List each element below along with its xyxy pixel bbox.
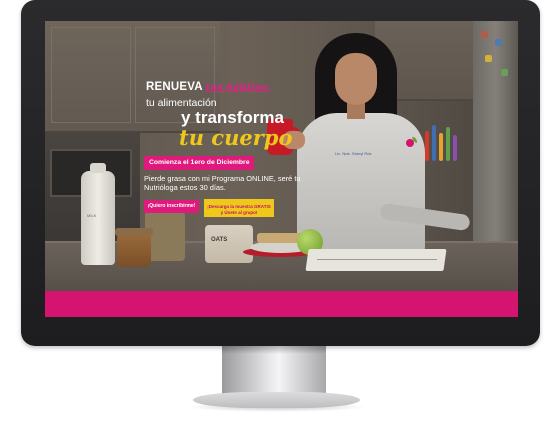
milk-bottle: MILK	[81, 163, 115, 265]
woman-face	[335, 53, 377, 105]
stand-shadow	[222, 346, 326, 354]
monitor-stand-base	[193, 392, 360, 408]
notebook	[305, 249, 447, 271]
knife-block	[423, 121, 463, 161]
fridge-magnet	[501, 69, 508, 76]
jar-lid	[115, 228, 153, 236]
fridge	[473, 21, 518, 251]
oats-label: OATS	[211, 237, 228, 243]
oats-package: OATS	[205, 225, 253, 263]
monitor-bezel: Lic. Nutr. Sheryl Rdz MILK OATS RENUEVA	[21, 0, 540, 346]
milk-label: MILK	[87, 213, 97, 218]
bottle-cap	[90, 163, 106, 173]
fridge-magnet	[485, 55, 492, 62]
program-description: Pierde grasa con mi Programa ONLINE, ser…	[144, 174, 301, 192]
headline-bold: RENUEVA	[146, 81, 203, 93]
screen: Lic. Nutr. Sheryl Rdz MILK OATS RENUEVA	[45, 21, 518, 317]
download-sample-button[interactable]: ¡Descarga la muestra GRATIS y Únete al g…	[204, 199, 274, 217]
cabinet-door	[51, 27, 131, 123]
coat-logo-icon	[406, 137, 417, 147]
notebook-spine	[316, 259, 438, 260]
headline-script: tus hábitos,	[205, 82, 271, 93]
fridge-magnet	[481, 31, 488, 38]
hero-headline-line4: tu cuerpo	[179, 125, 293, 150]
subscribe-button[interactable]: ¡Quiero inscribirme!	[144, 200, 199, 213]
bottom-pink-band	[45, 291, 518, 317]
coat-embroidery: Lic. Nutr. Sheryl Rdz	[335, 151, 372, 156]
hero-headline-line1: RENUEVA tus hábitos,	[146, 81, 271, 93]
fridge-magnet	[495, 39, 502, 46]
bread-basket	[145, 211, 185, 261]
honey-jar	[115, 228, 153, 267]
start-date-badge: Comienza el 1ero de Diciembre	[144, 156, 255, 170]
